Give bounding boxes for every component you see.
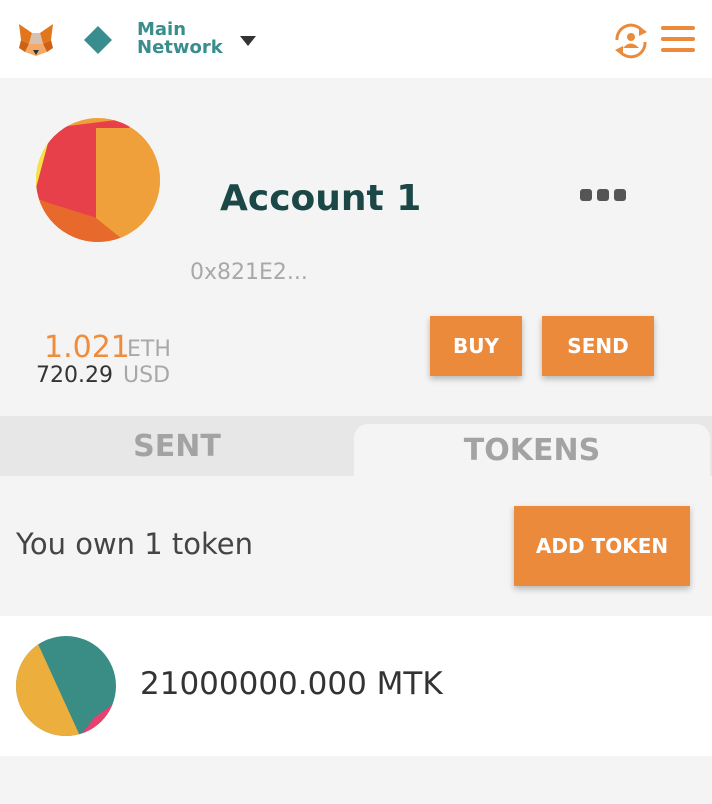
add-token-button[interactable]: ADD TOKEN <box>514 506 690 586</box>
token-list-item[interactable]: 21000000.000 MTK <box>0 616 712 756</box>
network-selector-label[interactable]: Main Network <box>137 21 223 57</box>
account-name[interactable]: Account 1 <box>220 178 421 219</box>
app-header: Main Network <box>0 0 712 78</box>
send-button[interactable]: SEND <box>542 316 654 376</box>
eth-balance-value: 1.021 <box>44 330 130 365</box>
tab-bar: SENT TOKENS <box>0 416 712 476</box>
hamburger-menu-icon[interactable] <box>661 26 695 52</box>
metamask-fox-icon[interactable] <box>17 22 55 58</box>
usd-unit-label: USD <box>123 363 171 388</box>
more-dots-icon[interactable] <box>578 186 628 204</box>
token-avatar <box>16 636 116 736</box>
token-amount: 21000000.000 MTK <box>140 666 443 702</box>
tab-tokens[interactable]: TOKENS <box>354 424 710 476</box>
network-name-line2: Network <box>137 37 223 58</box>
usd-balance-value: 720.29 <box>36 363 113 388</box>
account-address[interactable]: 0x821E2... <box>190 260 308 285</box>
caret-down-icon[interactable] <box>240 36 256 46</box>
account-switch-icon[interactable] <box>611 22 651 60</box>
token-count-text: You own 1 token <box>16 527 254 561</box>
buy-button[interactable]: BUY <box>430 316 522 376</box>
tab-sent[interactable]: SENT <box>0 416 354 476</box>
eth-unit-label: ETH <box>127 337 171 362</box>
network-diamond-icon <box>84 26 112 54</box>
account-avatar <box>36 118 160 242</box>
